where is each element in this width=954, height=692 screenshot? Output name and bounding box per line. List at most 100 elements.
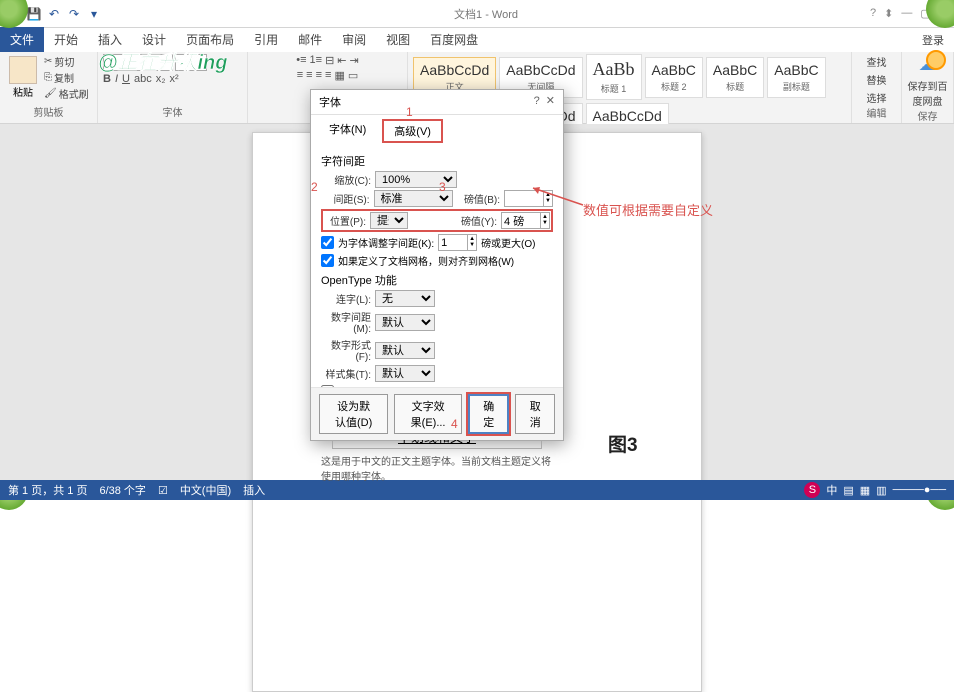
status-page[interactable]: 第 1 页，共 1 页 bbox=[8, 482, 87, 498]
tab-view[interactable]: 视图 bbox=[376, 27, 420, 52]
spacing-select[interactable]: 标准 bbox=[374, 190, 454, 207]
tab-home[interactable]: 开始 bbox=[44, 27, 88, 52]
figure-label: 图3 bbox=[608, 430, 638, 457]
arrow-icon bbox=[528, 185, 598, 210]
numbering-button[interactable]: 1≡ bbox=[310, 54, 323, 67]
kerning-checkbox[interactable] bbox=[321, 236, 334, 249]
status-words[interactable]: 6/38 个字 bbox=[99, 482, 145, 498]
minimize-icon[interactable]: — bbox=[901, 7, 912, 20]
numspace-label: 数字间距(M): bbox=[321, 309, 371, 335]
spinner-arrows-icon[interactable]: ▲▼ bbox=[541, 212, 550, 229]
align-right-button[interactable]: ≡ bbox=[316, 69, 322, 82]
grid-label: 如果定义了文档网格，则对齐到网格(W) bbox=[338, 253, 514, 268]
status-proof-icon[interactable]: ☑ bbox=[158, 484, 168, 497]
align-center-button[interactable]: ≡ bbox=[306, 69, 312, 82]
watermark: @正在升级ing bbox=[98, 46, 228, 75]
cut-button[interactable]: ✂剪切 bbox=[44, 54, 89, 69]
style-name: 副标题 bbox=[774, 80, 818, 93]
liga-select[interactable]: 无 bbox=[375, 290, 435, 307]
zoom-slider[interactable]: ────●── bbox=[893, 484, 946, 496]
format-painter-button[interactable]: 🖌格式刷 bbox=[44, 86, 89, 101]
ime-lang[interactable]: 中 bbox=[826, 482, 837, 498]
kerning-input[interactable] bbox=[438, 234, 468, 251]
view-web-icon[interactable]: ▥ bbox=[876, 484, 886, 497]
group-label-clipboard: 剪贴板 bbox=[5, 104, 92, 121]
tab-file[interactable]: 文件 bbox=[0, 27, 44, 52]
dialog-tab-advanced[interactable]: 高级(V) bbox=[382, 119, 443, 143]
clipboard-icon bbox=[9, 56, 37, 84]
text-effects-button[interactable]: 文字效果(E)... bbox=[394, 394, 462, 434]
save-cloud-button[interactable]: 保存到百度网盘 bbox=[907, 78, 948, 108]
group-label-font: 字体 bbox=[103, 104, 242, 121]
style-sample: AaBbCcDd bbox=[593, 108, 662, 124]
dialog-close-icon[interactable]: ✕ bbox=[546, 95, 555, 107]
undo-icon[interactable]: ↶ bbox=[46, 6, 62, 22]
style-sample: AaBbC bbox=[774, 62, 818, 78]
save-icon[interactable]: 💾 bbox=[26, 6, 42, 22]
ime-icon[interactable]: S bbox=[804, 482, 820, 498]
numspace-select[interactable]: 默认 bbox=[375, 314, 435, 331]
grid-checkbox[interactable] bbox=[321, 254, 334, 267]
ribbon-toggle-icon[interactable]: ⬍ bbox=[884, 7, 893, 20]
position-pt-label: 磅值(Y): bbox=[460, 213, 497, 228]
status-lang[interactable]: 中文(中国) bbox=[180, 482, 231, 498]
copy-button[interactable]: ⎘复制 bbox=[44, 70, 89, 85]
border-button[interactable]: ▭ bbox=[348, 69, 358, 82]
indent-dec-button[interactable]: ⇤ bbox=[337, 54, 346, 67]
default-button[interactable]: 设为默认值(D) bbox=[319, 394, 388, 434]
group-label-edit: 编辑 bbox=[857, 105, 896, 122]
dialog-tab-font[interactable]: 字体(N) bbox=[319, 119, 376, 143]
styleset-select[interactable]: 默认 bbox=[375, 365, 435, 382]
find-button[interactable]: 查找 bbox=[867, 54, 887, 69]
style-item[interactable]: AaBb标题 1 bbox=[586, 54, 642, 100]
cancel-button[interactable]: 取消 bbox=[515, 394, 555, 434]
window-title: 文档1 - Word bbox=[102, 6, 870, 22]
preview-desc: 这是用于中文的正文主题字体。当前文档主题定义将使用哪种字体。 bbox=[321, 453, 553, 483]
style-sample: AaBbC bbox=[713, 62, 757, 78]
tab-baidu[interactable]: 百度网盘 bbox=[420, 27, 488, 52]
brush-icon: 🖌 bbox=[44, 88, 57, 99]
bullets-button[interactable]: •≡ bbox=[296, 54, 306, 67]
view-read-icon[interactable]: ▦ bbox=[860, 484, 870, 497]
login-link[interactable]: 登录 bbox=[912, 28, 954, 52]
style-sample: AaBbCcDd bbox=[420, 62, 489, 78]
qat-more-icon[interactable]: ▾ bbox=[86, 6, 102, 22]
shading-button[interactable]: ▦ bbox=[334, 69, 344, 82]
style-sample: AaBbCcDd bbox=[506, 62, 575, 78]
scale-label: 缩放(C): bbox=[321, 172, 371, 187]
status-mode[interactable]: 插入 bbox=[243, 482, 265, 498]
spinner-arrows-icon[interactable]: ▲▼ bbox=[468, 234, 477, 251]
paste-button[interactable]: 粘贴 bbox=[5, 54, 41, 101]
indent-inc-button[interactable]: ⇥ bbox=[350, 54, 359, 67]
styleset-label: 样式集(T): bbox=[321, 366, 371, 381]
position-select[interactable]: 提升 bbox=[370, 212, 408, 229]
multilevel-button[interactable]: ⊟ bbox=[325, 54, 334, 67]
replace-button[interactable]: 替换 bbox=[867, 72, 887, 87]
align-left-button[interactable]: ≡ bbox=[297, 69, 303, 82]
spacing-pt-label: 磅值(B): bbox=[457, 191, 500, 206]
dialog-help-icon[interactable]: ? bbox=[534, 95, 540, 107]
dialog-title: 字体 bbox=[319, 94, 341, 110]
scissors-icon: ✂ bbox=[44, 56, 52, 67]
position-pt-input[interactable] bbox=[501, 212, 541, 229]
select-button[interactable]: 选择 bbox=[867, 90, 887, 105]
style-item[interactable]: AaBbC 副标题 bbox=[767, 57, 825, 98]
numform-select[interactable]: 默认 bbox=[375, 342, 435, 359]
scale-select[interactable]: 100% bbox=[375, 171, 457, 188]
kerning-unit: 磅或更大(O) bbox=[481, 235, 535, 250]
tab-mail[interactable]: 邮件 bbox=[288, 27, 332, 52]
numform-label: 数字形式(F): bbox=[321, 337, 371, 363]
style-sample: AaBb bbox=[593, 59, 635, 80]
tab-references[interactable]: 引用 bbox=[244, 27, 288, 52]
kerning-label: 为字体调整字间距(K): bbox=[338, 235, 434, 250]
redo-icon[interactable]: ↷ bbox=[66, 6, 82, 22]
justify-button[interactable]: ≡ bbox=[325, 69, 331, 82]
copy-icon: ⎘ bbox=[44, 72, 52, 83]
help-icon[interactable]: ? bbox=[870, 7, 876, 20]
style-item[interactable]: AaBbC标题 2 bbox=[645, 57, 703, 98]
view-print-icon[interactable]: ▤ bbox=[843, 484, 853, 497]
style-item[interactable]: AaBbC标题 bbox=[706, 57, 764, 98]
user-avatar-icon[interactable] bbox=[926, 50, 946, 70]
ok-button[interactable]: 确定 bbox=[468, 394, 510, 434]
tab-review[interactable]: 审阅 bbox=[332, 27, 376, 52]
